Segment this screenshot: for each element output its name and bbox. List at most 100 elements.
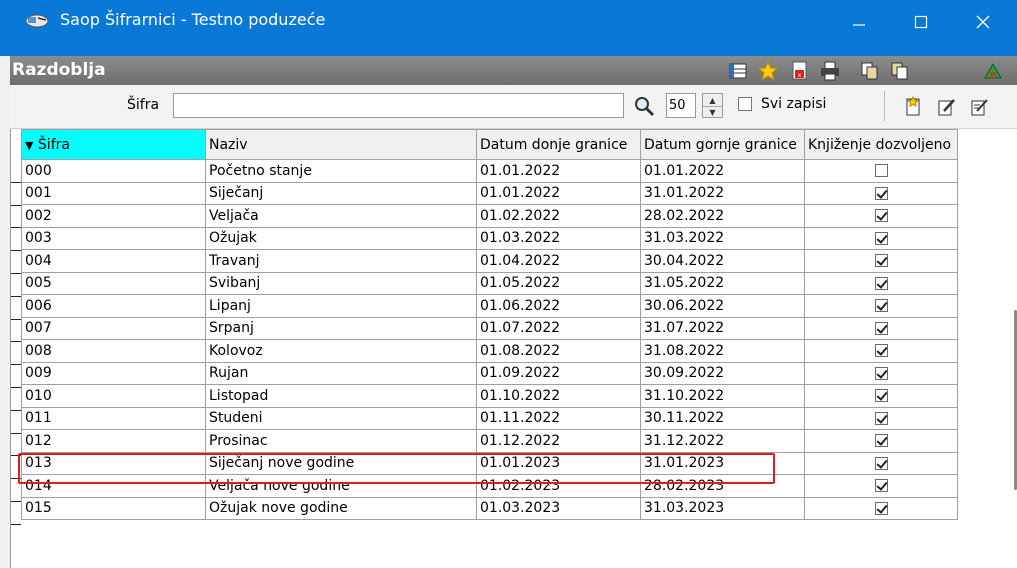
minimize-icon bbox=[853, 24, 865, 26]
close-button[interactable] bbox=[960, 6, 1006, 38]
app-window: Saop Šifrarnici - Testno poduzeće Razdob… bbox=[0, 0, 1017, 568]
row-selector[interactable] bbox=[11, 251, 21, 274]
cell-od: 01.01.2022 bbox=[476, 159, 641, 183]
cell-knjizenje bbox=[804, 339, 958, 363]
grid-layout-icon[interactable] bbox=[727, 60, 749, 82]
cell-sifra: 001 bbox=[21, 181, 206, 205]
knjizenje-checkbox[interactable] bbox=[874, 254, 888, 268]
table-row[interactable]: 001 Siječanj 01.01.2022 31.01.2022 bbox=[21, 181, 958, 205]
row-selector[interactable] bbox=[11, 297, 21, 320]
table-row[interactable]: 011 Studeni 01.11.2022 30.11.2022 bbox=[21, 406, 958, 430]
column-header-naziv[interactable]: Naziv bbox=[205, 129, 477, 160]
knjizenje-checkbox[interactable] bbox=[874, 186, 888, 200]
knjizenje-checkbox[interactable] bbox=[874, 299, 888, 313]
spinner-down-icon[interactable]: ▼ bbox=[703, 106, 722, 118]
sifra-label: Šifra bbox=[127, 97, 160, 113]
edit-record-icon[interactable] bbox=[935, 96, 957, 118]
title-bar: Saop Šifrarnici - Testno poduzeće bbox=[0, 0, 1017, 56]
sifra-search-input[interactable] bbox=[173, 93, 624, 118]
edit-multiple-icon[interactable] bbox=[968, 96, 990, 118]
row-selector[interactable] bbox=[11, 274, 21, 297]
table-row[interactable]: 007 Srpanj 01.07.2022 31.07.2022 bbox=[21, 316, 958, 340]
table-row[interactable]: 013 Siječanj nove godine 01.01.2023 31.01.2… bbox=[21, 451, 958, 475]
cell-naziv: Prosinac bbox=[205, 429, 477, 453]
table-row[interactable]: 010 Listopad 01.10.2022 31.10.2022 bbox=[21, 384, 958, 408]
row-selector[interactable] bbox=[11, 160, 21, 183]
toolbar-separator bbox=[884, 91, 885, 121]
row-selector[interactable] bbox=[11, 479, 21, 502]
cell-naziv: Rujan bbox=[205, 361, 477, 385]
cell-sifra: 015 bbox=[21, 496, 206, 520]
row-selector[interactable] bbox=[11, 365, 21, 388]
cell-knjizenje bbox=[804, 496, 958, 520]
knjizenje-checkbox[interactable] bbox=[874, 434, 888, 448]
knjizenje-checkbox[interactable] bbox=[874, 479, 888, 493]
row-selector[interactable] bbox=[11, 502, 21, 525]
knjizenje-checkbox[interactable] bbox=[874, 366, 888, 380]
row-selector-column bbox=[11, 129, 21, 525]
row-selector[interactable] bbox=[11, 456, 21, 480]
row-selector[interactable] bbox=[11, 206, 21, 229]
row-selector[interactable] bbox=[11, 228, 21, 252]
knjizenje-checkbox[interactable] bbox=[874, 321, 888, 335]
paste-records-icon[interactable] bbox=[889, 60, 911, 82]
row-selector[interactable] bbox=[11, 320, 21, 343]
column-header-datum-donje[interactable]: Datum donje granice bbox=[476, 129, 641, 160]
table-row[interactable]: 004 Travanj 01.04.2022 30.04.2022 bbox=[21, 249, 958, 273]
knjizenje-checkbox[interactable] bbox=[874, 164, 888, 178]
knjizenje-checkbox[interactable] bbox=[874, 501, 888, 515]
minimize-button[interactable] bbox=[836, 6, 882, 38]
app-icon bbox=[25, 14, 49, 28]
maximize-button[interactable] bbox=[898, 6, 944, 38]
cell-od: 01.02.2023 bbox=[476, 474, 641, 498]
knjizenje-checkbox[interactable] bbox=[874, 276, 888, 290]
exit-door-icon[interactable] bbox=[982, 60, 1004, 82]
search-bar: Šifra 50 ▲ ▼ Svi zapisi bbox=[10, 85, 1017, 129]
row-selector[interactable] bbox=[11, 411, 21, 434]
column-header-knjizenje[interactable]: Knjiženje dozvoljeno bbox=[804, 129, 958, 160]
knjizenje-checkbox[interactable] bbox=[874, 231, 888, 245]
print-icon[interactable] bbox=[819, 60, 841, 82]
knjizenje-checkbox[interactable] bbox=[874, 344, 888, 358]
knjizenje-checkbox[interactable] bbox=[874, 411, 888, 425]
table-row[interactable]: 012 Prosinac 01.12.2022 31.12.2022 bbox=[21, 429, 958, 453]
grid-header-row: ▼ Šifra Naziv Datum donje granice Datum … bbox=[21, 129, 958, 160]
column-header-datum-gornje[interactable]: Datum gornje granice bbox=[640, 129, 805, 160]
cell-do: 31.10.2022 bbox=[640, 384, 805, 408]
column-header-sifra[interactable]: ▼ Šifra bbox=[21, 129, 206, 160]
table-row[interactable]: 005 Svibanj 01.05.2022 31.05.2022 bbox=[21, 271, 958, 295]
cell-sifra: 004 bbox=[21, 249, 206, 273]
knjizenje-checkbox[interactable] bbox=[874, 389, 888, 403]
row-selector[interactable] bbox=[11, 183, 21, 206]
row-selector[interactable] bbox=[11, 434, 21, 457]
knjizenje-checkbox[interactable] bbox=[874, 209, 888, 223]
knjizenje-checkbox[interactable] bbox=[874, 456, 888, 470]
table-row[interactable]: 000 Početno stanje 01.01.2022 01.01.2022 bbox=[21, 159, 958, 183]
section-title: Razdoblja bbox=[12, 60, 106, 80]
table-row[interactable]: 002 Veljača 01.02.2022 28.02.2022 bbox=[21, 204, 958, 228]
row-selector[interactable] bbox=[11, 388, 21, 411]
svi-zapisi-checkbox[interactable] bbox=[738, 97, 752, 111]
table-row[interactable]: 014 Veljača nove godine 01.02.2023 28.02.20… bbox=[21, 474, 958, 498]
cell-naziv: Ožujak bbox=[205, 226, 477, 250]
spinner-up-icon[interactable]: ▲ bbox=[703, 94, 722, 106]
section-header: Razdoblja x bbox=[10, 56, 1017, 85]
export-pdf-icon[interactable]: x bbox=[789, 60, 811, 82]
table-row[interactable]: 009 Rujan 01.09.2022 30.09.2022 bbox=[21, 361, 958, 385]
record-limit-input[interactable]: 50 bbox=[666, 93, 696, 118]
cell-knjizenje bbox=[804, 159, 958, 183]
copy-records-icon[interactable] bbox=[859, 60, 881, 82]
record-limit-spinner[interactable]: ▲ ▼ bbox=[702, 93, 723, 118]
table-row[interactable]: 003 Ožujak 01.03.2022 31.03.2022 bbox=[21, 226, 958, 250]
search-icon[interactable] bbox=[632, 94, 656, 118]
cell-naziv: Travanj bbox=[205, 249, 477, 273]
table-row[interactable]: 006 Lipanj 01.06.2022 30.06.2022 bbox=[21, 294, 958, 318]
row-selector[interactable] bbox=[11, 342, 21, 366]
cell-do: 31.03.2023 bbox=[640, 496, 805, 520]
table-row[interactable]: 008 Kolovoz 01.08.2022 31.08.2022 bbox=[21, 339, 958, 363]
cell-knjizenje bbox=[804, 384, 958, 408]
table-row[interactable]: 015 Ožujak nove godine 01.03.2023 31.03.202… bbox=[21, 496, 958, 520]
new-record-icon[interactable] bbox=[902, 96, 924, 118]
cell-knjizenje bbox=[804, 361, 958, 385]
favorite-star-icon[interactable] bbox=[757, 60, 779, 82]
